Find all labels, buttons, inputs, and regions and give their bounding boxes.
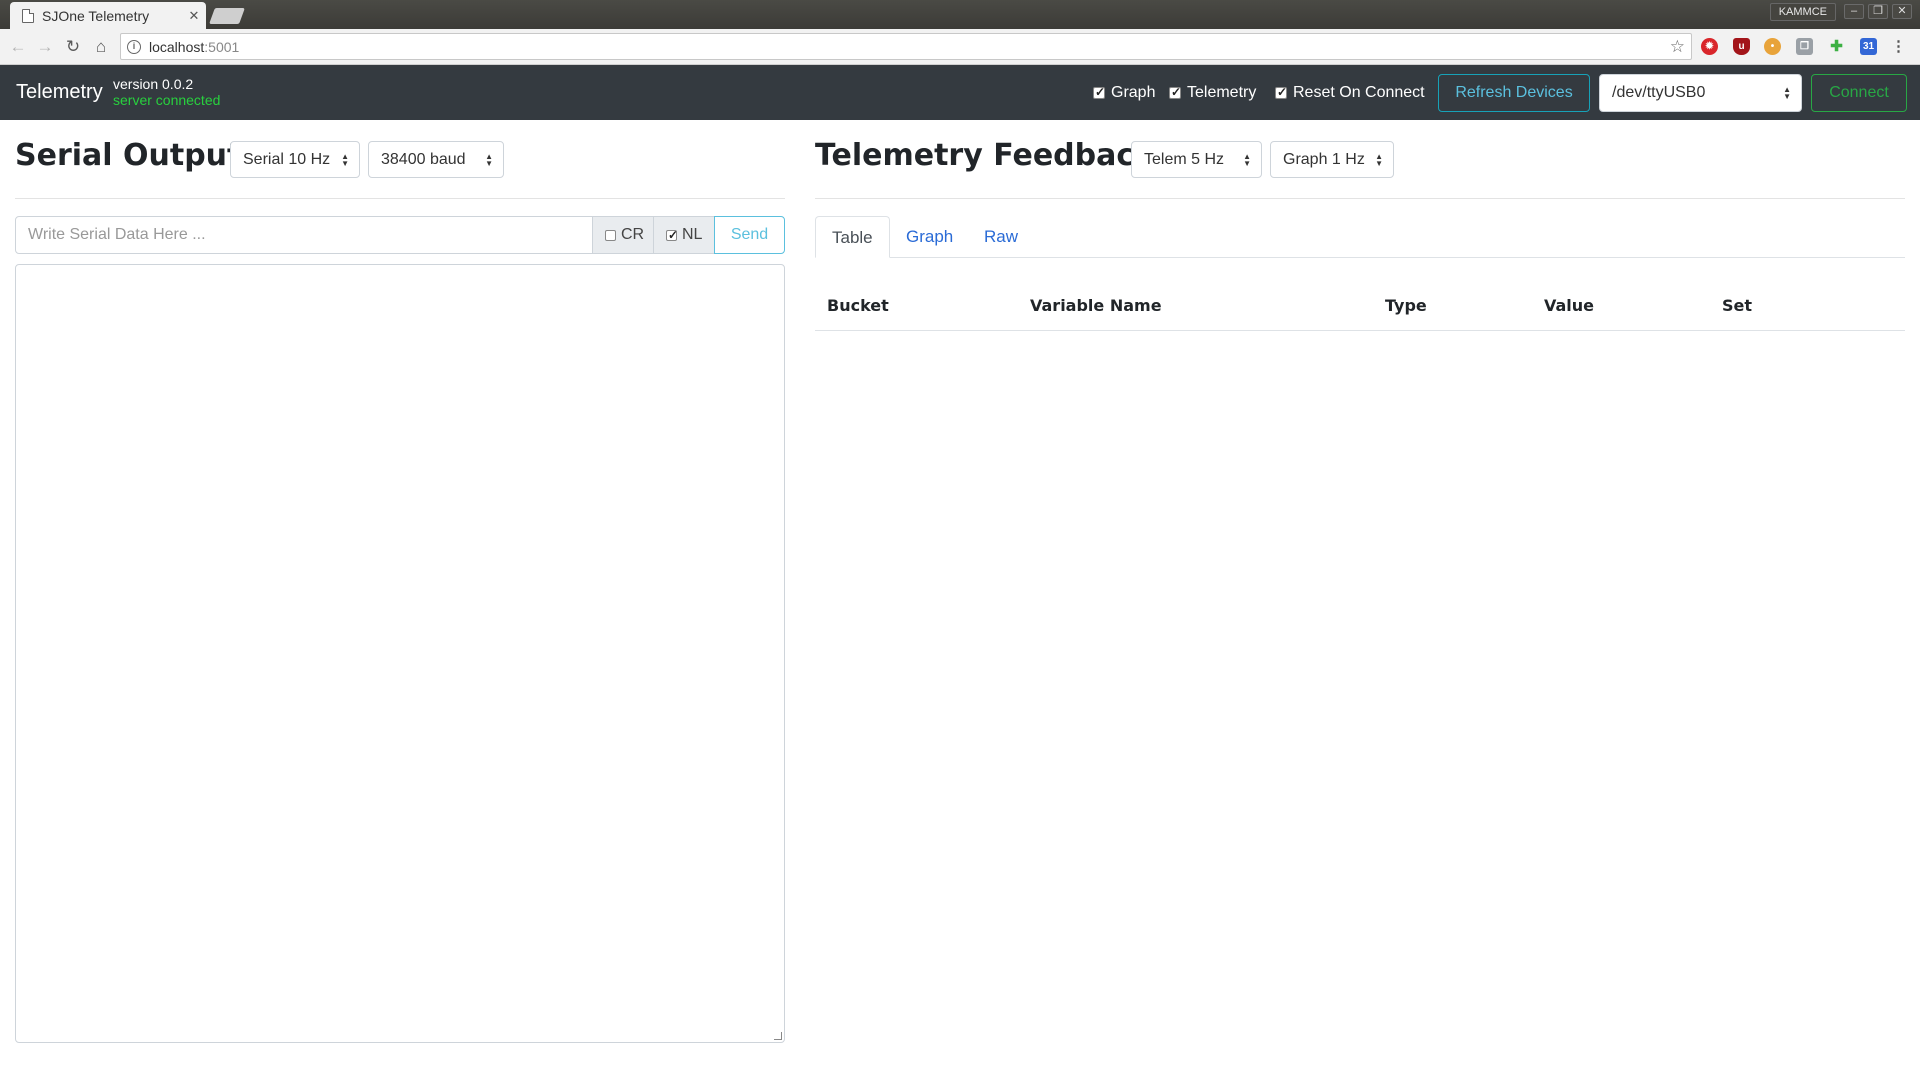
address-bar[interactable]: i localhost :5001 ☆: [120, 33, 1692, 60]
telemetry-toggle-label: Telemetry: [1187, 84, 1257, 101]
column-header-variable-name: Variable Name: [1030, 296, 1162, 315]
new-tab-button[interactable]: [209, 8, 245, 24]
url-port: :5001: [204, 38, 240, 55]
nl-checkbox[interactable]: [666, 228, 678, 242]
device-select[interactable]: /dev/ttyUSB0 ▲ ▼: [1599, 74, 1802, 112]
baud-select[interactable]: 38400 baud ▲ ▼: [368, 141, 504, 178]
brand[interactable]: Telemetry: [16, 81, 103, 104]
back-icon[interactable]: ←: [6, 35, 30, 59]
bookmark-star-icon[interactable]: ☆: [1670, 37, 1685, 57]
select-caret-icon: ▲ ▼: [1243, 152, 1251, 168]
column-header-bucket: Bucket: [827, 296, 889, 315]
select-caret-icon: ▲ ▼: [1375, 152, 1383, 168]
reload-icon[interactable]: ↻: [61, 35, 85, 59]
extension-gray-icon[interactable]: ❐: [1796, 38, 1813, 55]
reset-on-connect-toggle[interactable]: Reset On Connect: [1275, 84, 1425, 102]
telemetry-tabs: Table Graph Raw: [815, 216, 1905, 258]
tab-raw[interactable]: Raw: [968, 216, 1034, 258]
graph-rate-value: Graph 1 Hz: [1283, 151, 1365, 168]
cr-label: CR: [621, 226, 645, 243]
page-icon: [22, 8, 34, 23]
ublock-icon[interactable]: u: [1733, 38, 1750, 55]
connect-button[interactable]: Connect: [1811, 74, 1907, 112]
send-button[interactable]: Send: [714, 216, 785, 254]
serial-write-input[interactable]: Write Serial Data Here ...: [15, 216, 593, 254]
serial-output-title: Serial Output: [15, 138, 242, 173]
forward-icon[interactable]: →: [33, 35, 57, 59]
select-caret-icon: ▲ ▼: [485, 152, 493, 168]
serial-rate-select[interactable]: Serial 10 Hz ▲ ▼: [230, 141, 360, 178]
extension-plus-icon[interactable]: ✚: [1828, 38, 1845, 55]
cookie-icon[interactable]: •: [1764, 38, 1781, 55]
telemetry-checkbox[interactable]: [1169, 85, 1181, 99]
telemetry-feedback-title: Telemetry Feedback: [815, 138, 1155, 173]
select-caret-icon: ▲ ▼: [341, 152, 349, 168]
browser-toolbar: ← → ↻ ⌂ i localhost :5001 ☆ ✹ u • ❐ ✚ 31…: [0, 29, 1920, 65]
cr-addon[interactable]: CR: [592, 216, 654, 254]
nl-label: NL: [682, 226, 703, 243]
telemetry-divider: [815, 198, 1905, 199]
column-header-value: Value: [1544, 296, 1595, 315]
select-caret-icon: ▲ ▼: [1783, 85, 1791, 101]
maximize-icon[interactable]: ❐: [1868, 4, 1888, 19]
telem-rate-value: Telem 5 Hz: [1144, 151, 1225, 168]
tab-graph[interactable]: Graph: [890, 216, 969, 258]
info-icon[interactable]: i: [127, 39, 141, 54]
server-status: server connected: [113, 92, 221, 108]
extension-red-icon[interactable]: ✹: [1701, 38, 1718, 55]
tab-title: SJOne Telemetry: [42, 7, 150, 24]
device-select-value: /dev/ttyUSB0: [1612, 84, 1706, 101]
graph-toggle[interactable]: Graph: [1093, 84, 1155, 102]
serial-divider: [15, 198, 785, 199]
menu-kebab-icon[interactable]: ⋮: [1890, 38, 1907, 55]
app-navbar: Telemetry version 0.0.2 server connected…: [0, 65, 1920, 120]
home-icon[interactable]: ⌂: [89, 35, 113, 59]
minimize-icon[interactable]: –: [1844, 4, 1864, 19]
cr-checkbox[interactable]: [605, 229, 616, 241]
reset-on-connect-label: Reset On Connect: [1293, 84, 1425, 101]
telemetry-toggle[interactable]: Telemetry: [1169, 84, 1256, 102]
table-header-divider: [815, 330, 1905, 331]
browser-titlebar: SJOne Telemetry ✕ KAMMCE – ❐ ✕: [0, 0, 1920, 29]
calendar-icon[interactable]: 31: [1860, 38, 1877, 55]
graph-checkbox[interactable]: [1093, 85, 1105, 99]
serial-rate-value: Serial 10 Hz: [243, 151, 331, 168]
close-window-icon[interactable]: ✕: [1892, 4, 1912, 19]
column-header-type: Type: [1385, 296, 1427, 315]
reset-on-connect-checkbox[interactable]: [1275, 85, 1287, 99]
version-text: version 0.0.2: [113, 76, 194, 92]
nl-addon[interactable]: NL: [653, 216, 715, 254]
graph-rate-select[interactable]: Graph 1 Hz ▲ ▼: [1270, 141, 1394, 178]
column-header-set: Set: [1722, 296, 1753, 315]
close-tab-icon[interactable]: ✕: [182, 8, 206, 24]
profile-button[interactable]: KAMMCE: [1769, 3, 1836, 21]
telem-rate-select[interactable]: Telem 5 Hz ▲ ▼: [1131, 141, 1262, 178]
url-host: localhost: [149, 38, 205, 55]
refresh-devices-button[interactable]: Refresh Devices: [1438, 74, 1590, 112]
resize-handle-icon[interactable]: [774, 1032, 782, 1040]
serial-output-area[interactable]: [15, 264, 785, 1043]
baud-value: 38400 baud: [381, 151, 466, 168]
browser-tab[interactable]: SJOne Telemetry ✕: [10, 2, 206, 29]
tab-table[interactable]: Table: [815, 216, 890, 258]
graph-toggle-label: Graph: [1111, 84, 1156, 101]
